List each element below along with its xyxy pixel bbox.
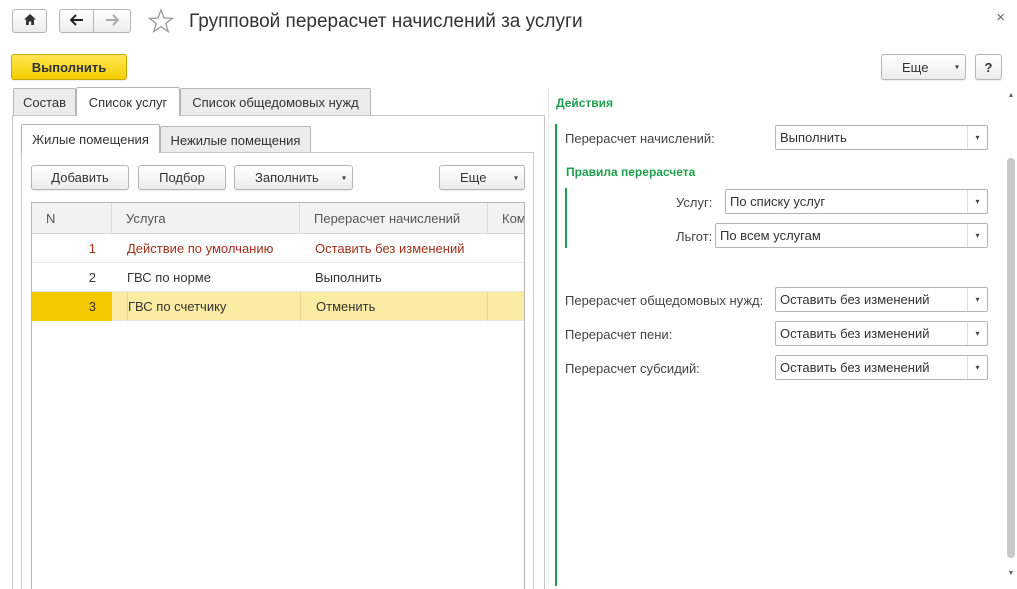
chevron-down-icon[interactable]: ▾ [967,356,987,379]
table-row[interactable]: 2 ГВС по норме Выполнить [32,263,524,292]
tab-services-list[interactable]: Список услуг [76,87,180,116]
recalc-charges-select[interactable]: Выполнить ▾ [775,125,988,150]
services-value: По списку услуг [730,194,826,209]
subsidy-select[interactable]: Оставить без изменений ▾ [775,355,988,380]
page-title: Групповой перерасчет начислений за услуг… [189,11,583,32]
subsidy-value: Оставить без изменений [780,360,930,375]
row-service: ГВС по счетчику [127,292,297,321]
column-header-service[interactable]: Услуга [112,203,300,234]
tab-nonresidential[interactable]: Нежилые помещения [160,126,311,153]
row-number: 2 [88,270,96,285]
penalty-value: Оставить без изменений [780,326,930,341]
benefits-label: Льгот: [676,229,713,244]
panel-divider [548,88,549,588]
chevron-down-icon[interactable]: ▾ [967,126,987,149]
fill-label: Заполнить [255,170,319,185]
services-select[interactable]: По списку услуг ▾ [725,189,988,214]
services-label: Услуг: [676,195,713,210]
row-recalc: Выполнить [315,270,382,285]
forward-button[interactable] [93,9,131,33]
add-button[interactable]: Добавить [31,165,129,190]
penalty-select[interactable]: Оставить без изменений ▾ [775,321,988,346]
common-needs-label: Перерасчет общедомовых нужд: [565,293,764,308]
row-number: 1 [88,241,96,256]
row-number: 3 [88,299,96,314]
row-service: ГВС по норме [127,270,211,285]
table-header: N Услуга Перерасчет начислений Ком [32,203,524,234]
chevron-down-icon[interactable]: ▾ [967,190,987,213]
more-button[interactable]: Еще ▾ [881,54,966,80]
tab-common-needs[interactable]: Список общедомовых нужд [180,88,371,115]
arrow-right-icon [105,13,120,29]
recalc-charges-value: Выполнить [780,130,847,145]
pick-button[interactable]: Подбор [138,165,226,190]
services-table: N Услуга Перерасчет начислений Ком 1 Дей… [31,202,525,589]
row-service: Действие по умолчанию [127,241,274,256]
tab-residential[interactable]: Жилые помещения [21,124,160,153]
column-header-n[interactable]: N [32,203,112,234]
chevron-down-icon[interactable]: ▾ [967,288,987,311]
chevron-down-icon[interactable]: ▾ [967,322,987,345]
row-recalc: Оставить без изменений [315,241,465,256]
rules-title: Правила перерасчета [566,165,696,179]
arrow-left-icon [69,13,84,29]
penalty-label: Перерасчет пени: [565,327,673,342]
common-needs-select[interactable]: Оставить без изменений ▾ [775,287,988,312]
run-button[interactable]: Выполнить [11,54,127,80]
scroll-down-icon[interactable]: ▼ [1006,570,1016,580]
close-icon[interactable]: × [996,9,1005,26]
benefits-select[interactable]: По всем услугам ▾ [715,223,988,248]
table-row[interactable]: 1 Действие по умолчанию Оставить без изм… [32,234,524,263]
more-label: Еще [902,59,929,75]
scroll-up-icon[interactable]: ▲ [1006,92,1016,102]
tab-composition[interactable]: Состав [13,88,76,115]
back-button[interactable] [59,9,94,33]
column-header-comment[interactable]: Ком [488,203,524,234]
list-more-button[interactable]: Еще ▾ [439,165,525,190]
home-button[interactable] [12,9,47,33]
actions-group-line [555,124,557,586]
actions-title: Действия [556,96,614,110]
fill-button[interactable]: Заполнить ▾ [234,165,353,190]
chevron-down-icon: ▾ [341,173,346,182]
scroll-thumb[interactable] [1007,158,1015,558]
recalc-charges-label: Перерасчет начислений: [565,131,715,146]
common-needs-value: Оставить без изменений [780,292,930,307]
chevron-down-icon: ▾ [954,62,959,72]
benefits-value: По всем услугам [720,228,821,243]
table-row[interactable]: 3 ГВС по счетчику Отменить [32,292,524,321]
list-more-label: Еще [460,170,487,185]
right-scrollbar[interactable]: ▲ ▼ [1006,92,1016,582]
chevron-down-icon: ▾ [513,173,518,182]
rules-group-line [565,188,567,248]
home-icon [23,13,37,29]
star-icon[interactable] [147,8,175,36]
chevron-down-icon[interactable]: ▾ [967,224,987,247]
help-button[interactable]: ? [975,54,1002,80]
column-header-recalc[interactable]: Перерасчет начислений [300,203,488,234]
row-recalc: Отменить [300,292,488,321]
subsidy-label: Перерасчет субсидий: [565,361,700,376]
